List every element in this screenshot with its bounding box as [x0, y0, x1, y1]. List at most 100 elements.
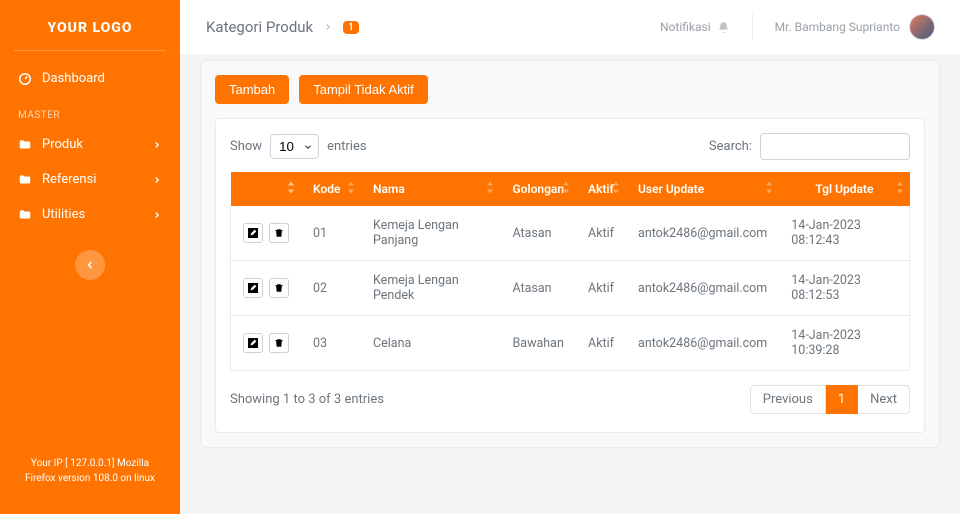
folder-icon [18, 208, 32, 222]
edit-button[interactable] [243, 333, 263, 353]
sidebar-item-produk[interactable]: Produk [0, 127, 180, 162]
chevron-right-icon [323, 22, 333, 32]
divider [14, 50, 166, 51]
cell-nama: Celana [361, 316, 500, 371]
sort-icon [347, 182, 355, 194]
table-row: 02Kemeja Lengan PendekAtasanAktifantok24… [231, 261, 910, 316]
col-label: Nama [373, 182, 405, 196]
main: Kategori Produk 1 Notifikasi Mr. Bambang… [180, 0, 960, 514]
cell-kode: 03 [301, 316, 361, 371]
col-label: Tgl Update [815, 182, 873, 196]
folder-icon [18, 138, 32, 152]
brand-logo: YOUR LOGO [0, 0, 180, 50]
content: Tambah Tampil Tidak Aktif Show 10 [180, 54, 960, 514]
data-table: Kode Nama Golongan [230, 172, 910, 371]
chevron-right-icon [152, 210, 162, 220]
col-kode[interactable]: Kode [301, 172, 361, 206]
sidebar-collapse-button[interactable] [75, 250, 105, 280]
cell-golongan: Bawahan [500, 316, 576, 371]
tampil-tidak-aktif-button[interactable]: Tampil Tidak Aktif [299, 75, 427, 104]
sidebar-item-label: Referensi [42, 172, 96, 187]
col-label: Golongan [512, 182, 564, 196]
col-actions[interactable] [231, 172, 302, 206]
col-tgl-update[interactable]: Tgl Update [779, 172, 909, 206]
cell-aktif: Aktif [576, 206, 626, 261]
sort-icon [486, 182, 494, 194]
sidebar: YOUR LOGO Dashboard MASTER Produk [0, 0, 180, 514]
delete-button[interactable] [269, 223, 289, 243]
page-title: Kategori Produk [206, 18, 313, 36]
gauge-icon [18, 72, 32, 86]
user-name: Mr. Bambang Suprianto [775, 20, 900, 34]
chevron-right-icon [152, 175, 162, 185]
sidebar-footer: Your IP [ 127.0.0.1] Mozilla Firefox ver… [0, 438, 180, 514]
cell-tgl-update: 14-Jan-2023 08:12:43 [779, 206, 909, 261]
col-label: Kode [313, 182, 340, 196]
footer-line: Firefox version 108.0 on linux [16, 471, 164, 486]
topbar: Kategori Produk 1 Notifikasi Mr. Bambang… [180, 0, 960, 54]
table-controls: Show 10 entries Search: [230, 133, 910, 160]
show-label: Show [230, 139, 262, 154]
table-row: 03CelanaBawahanAktifantok2486@gmail.com1… [231, 316, 910, 371]
page-previous[interactable]: Previous [750, 385, 826, 414]
cell-aktif: Aktif [576, 316, 626, 371]
sidebar-item-referensi[interactable]: Referensi [0, 162, 180, 197]
panel: Tambah Tampil Tidak Aktif Show 10 [200, 60, 940, 448]
tambah-button[interactable]: Tambah [215, 75, 289, 104]
cell-tgl-update: 14-Jan-2023 08:12:53 [779, 261, 909, 316]
page-next[interactable]: Next [858, 385, 910, 414]
chevron-left-icon [84, 259, 96, 271]
sidebar-item-label: Produk [42, 137, 83, 152]
breadcrumb: Kategori Produk 1 [206, 18, 359, 36]
sort-icon [765, 182, 773, 194]
length-control: Show 10 entries [230, 134, 367, 159]
breadcrumb-badge: 1 [343, 21, 359, 34]
sort-icon [612, 182, 620, 194]
cell-user-update: antok2486@gmail.com [626, 316, 779, 371]
edit-button[interactable] [243, 278, 263, 298]
sidebar-section-label: MASTER [0, 96, 180, 127]
edit-button[interactable] [243, 223, 263, 243]
col-nama[interactable]: Nama [361, 172, 500, 206]
avatar [910, 15, 934, 39]
cell-kode: 02 [301, 261, 361, 316]
sidebar-item-label: Utilities [42, 207, 85, 222]
cell-golongan: Atasan [500, 261, 576, 316]
datatable-card: Show 10 entries Search: [215, 118, 925, 433]
footer-line: Your IP [ 127.0.0.1] Mozilla [16, 456, 164, 471]
cell-aktif: Aktif [576, 261, 626, 316]
cell-nama: Kemeja Lengan Pendek [361, 261, 500, 316]
user-menu[interactable]: Mr. Bambang Suprianto [775, 15, 934, 39]
chevron-right-icon [152, 140, 162, 150]
sidebar-item-dashboard[interactable]: Dashboard [0, 61, 180, 96]
delete-button[interactable] [269, 333, 289, 353]
entries-label: entries [327, 139, 367, 154]
cell-nama: Kemeja Lengan Panjang [361, 206, 500, 261]
search-label: Search: [709, 139, 752, 154]
search-input[interactable] [760, 133, 910, 160]
cell-golongan: Atasan [500, 206, 576, 261]
length-select[interactable]: 10 [270, 134, 319, 159]
col-golongan[interactable]: Golongan [500, 172, 576, 206]
delete-button[interactable] [269, 278, 289, 298]
sidebar-nav: Dashboard MASTER Produk Referensi [0, 61, 180, 280]
notifications-button[interactable]: Notifikasi [660, 20, 730, 34]
table-info: Showing 1 to 3 of 3 entries [230, 392, 384, 407]
topbar-right: Notifikasi Mr. Bambang Suprianto [660, 14, 934, 40]
folder-icon [18, 173, 32, 187]
divider [752, 14, 753, 40]
pagination: Previous 1 Next [750, 385, 910, 414]
table-row: 01Kemeja Lengan PanjangAtasanAktifantok2… [231, 206, 910, 261]
cell-user-update: antok2486@gmail.com [626, 206, 779, 261]
cell-tgl-update: 14-Jan-2023 10:39:28 [779, 316, 909, 371]
sidebar-item-label: Dashboard [42, 71, 105, 86]
action-buttons: Tambah Tampil Tidak Aktif [215, 75, 925, 104]
col-user-update[interactable]: User Update [626, 172, 779, 206]
sort-icon [896, 182, 904, 194]
page-number[interactable]: 1 [826, 385, 858, 414]
col-label: User Update [638, 182, 704, 196]
sidebar-item-utilities[interactable]: Utilities [0, 197, 180, 232]
cell-kode: 01 [301, 206, 361, 261]
sort-icon [562, 182, 570, 194]
col-aktif[interactable]: Aktif [576, 172, 626, 206]
